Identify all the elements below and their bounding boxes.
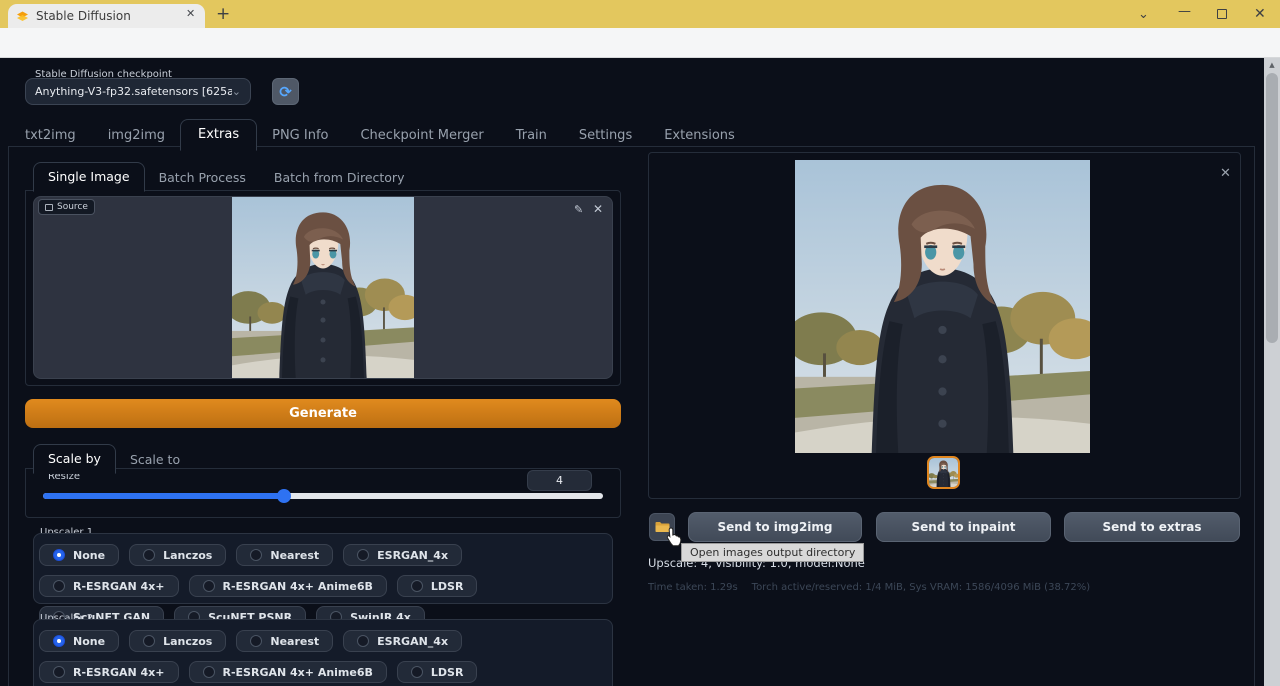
scale-tab[interactable]: Scale by: [33, 444, 116, 474]
radio-icon: [411, 666, 423, 678]
upscaler-option[interactable]: ESRGAN_4x: [343, 630, 462, 652]
main-tab[interactable]: Extras: [180, 119, 257, 151]
upscaler-option[interactable]: None: [39, 630, 119, 652]
checkpoint-value: Anything-V3-fp32.safetensors [625a2ba2]: [35, 85, 232, 98]
thumbnail-image: [929, 458, 958, 487]
upscaler-option[interactable]: LDSR: [397, 575, 478, 597]
upscaler-option[interactable]: Lanczos: [129, 630, 226, 652]
upscaler-option[interactable]: LDSR: [397, 661, 478, 683]
source-chip-label: Source: [57, 202, 88, 212]
mouse-cursor: [666, 527, 682, 547]
upscaler-option[interactable]: None: [39, 544, 119, 566]
clear-image-icon[interactable]: ✕: [593, 202, 603, 216]
tab-search-icon[interactable]: ⌄: [1138, 7, 1149, 22]
slider-fill: [43, 493, 284, 499]
resize-slider[interactable]: [43, 493, 603, 499]
mode-tab-bar: Single Image Batch Process Batch from Dire…: [33, 162, 432, 192]
source-chip: Source: [38, 199, 95, 215]
scrollbar-thumb[interactable]: [1266, 73, 1278, 343]
webui-page: Stable Diffusion checkpoint Anything-V3-…: [0, 58, 1264, 686]
mode-tab[interactable]: Batch from Directory: [274, 164, 405, 192]
window-close-button[interactable]: ✕: [1254, 6, 1266, 22]
tab-close-icon[interactable]: ✕: [186, 8, 195, 19]
slider-handle[interactable]: [277, 489, 291, 503]
generate-button[interactable]: Generate: [25, 399, 621, 428]
send-button[interactable]: Send to extras: [1064, 512, 1240, 542]
upscaler-option[interactable]: Nearest: [236, 544, 333, 566]
radio-icon: [203, 580, 215, 592]
time-taken-text: Time taken: 1.29s: [648, 582, 738, 593]
browser-tab[interactable]: Stable Diffusion: [8, 4, 205, 28]
window-minimize-button[interactable]: —: [1178, 4, 1191, 19]
result-image[interactable]: [795, 160, 1090, 453]
browser-toolbar: ← → ⟳ ⓘ 127.0.0.1:7860 ★ G ⋮: [0, 28, 1280, 58]
radio-icon: [143, 549, 155, 561]
radio-icon: [53, 549, 65, 561]
radio-icon: [143, 635, 155, 647]
chevron-down-icon: ⌄: [232, 85, 241, 98]
mode-tab[interactable]: Single Image: [33, 162, 145, 192]
gallery-thumbnail[interactable]: [927, 456, 960, 489]
upscaler-option[interactable]: R-ESRGAN 4x+: [39, 575, 179, 597]
tab-title: Stable Diffusion: [36, 9, 197, 23]
upscaler-option[interactable]: R-ESRGAN 4x+: [39, 661, 179, 683]
radio-icon: [357, 635, 369, 647]
upscaler-option[interactable]: Lanczos: [129, 544, 226, 566]
tooltip: Open images output directory: [681, 543, 864, 562]
window-maximize-button[interactable]: [1217, 9, 1227, 19]
mode-tab[interactable]: Batch Process: [159, 164, 246, 192]
refresh-checkpoint-button[interactable]: ⟳: [272, 78, 299, 105]
resize-number-input[interactable]: 4: [527, 470, 592, 491]
page-scrollbar[interactable]: ▲: [1264, 58, 1280, 686]
upscaler-option[interactable]: Nearest: [236, 630, 333, 652]
gallery-close-icon[interactable]: ✕: [1220, 166, 1231, 181]
radio-icon: [53, 635, 65, 647]
upscaler1-options: None Lanczos Nearest ESRGAN_4x R-ESRGAN 4x+ R…: [33, 533, 613, 604]
browser-tab-strip: Stable Diffusion ✕ + ⌄ — ✕: [0, 0, 1280, 28]
radio-icon: [53, 580, 65, 592]
upscaler-option[interactable]: R-ESRGAN 4x+ Anime6B: [189, 661, 387, 683]
send-button[interactable]: Send to img2img: [688, 512, 862, 542]
screen: Stable Diffusion ✕ + ⌄ — ✕ ← → ⟳ ⓘ 127.0…: [0, 0, 1280, 686]
radio-icon: [53, 666, 65, 678]
radio-icon: [203, 666, 215, 678]
radio-icon: [250, 635, 262, 647]
favicon-gradio-icon: [16, 10, 29, 23]
refresh-icon: ⟳: [279, 83, 292, 101]
vram-info-text: Torch active/reserved: 1/4 MiB, Sys VRAM…: [752, 582, 1090, 593]
radio-icon: [250, 549, 262, 561]
send-button[interactable]: Send to inpaint: [876, 512, 1051, 542]
source-image[interactable]: [232, 197, 414, 378]
new-tab-button[interactable]: +: [216, 4, 230, 24]
checkpoint-dropdown[interactable]: Anything-V3-fp32.safetensors [625a2ba2] …: [25, 78, 251, 105]
edit-image-icon[interactable]: ✎: [574, 203, 583, 216]
scrollbar-up-arrow[interactable]: ▲: [1264, 58, 1280, 72]
upscaler-option[interactable]: ESRGAN_4x: [343, 544, 462, 566]
performance-info: Time taken: 1.29s Torch active/reserved:…: [648, 582, 1090, 593]
upscaler2-options: None Lanczos Nearest ESRGAN_4x R-ESRGAN 4x+ R…: [33, 619, 613, 686]
radio-icon: [357, 549, 369, 561]
image-icon: [45, 204, 53, 211]
upscaler-option[interactable]: R-ESRGAN 4x+ Anime6B: [189, 575, 387, 597]
radio-icon: [411, 580, 423, 592]
